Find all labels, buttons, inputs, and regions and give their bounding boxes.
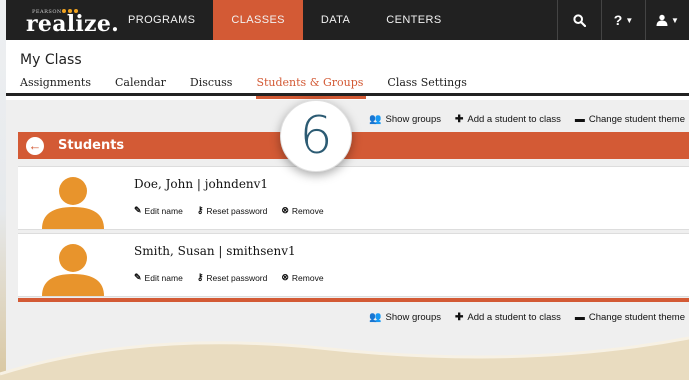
edit-name-button[interactable]: ✎ Edit name (134, 272, 183, 283)
student-name: Doe, John | johndenv1 (134, 177, 269, 191)
add-student-label: Add a student to class (467, 311, 561, 323)
students-section-label: Students (58, 138, 125, 153)
show-groups-label: Show groups (385, 311, 441, 323)
top-actions-bar: 👥 Show groups ✚ Add a student to class ▬… (369, 110, 685, 128)
search-button[interactable] (557, 0, 601, 40)
edit-name-label: Edit name (144, 272, 183, 283)
add-student-button[interactable]: ✚ Add a student to class (455, 114, 561, 125)
realize-logo[interactable]: PEARSON realize. (6, 0, 119, 40)
change-theme-label: Change student theme (588, 311, 685, 323)
decorative-wave (0, 336, 689, 380)
remove-label: Remove (291, 272, 324, 283)
active-tab-indicator (256, 96, 366, 99)
remove-icon: ⊗ (281, 205, 289, 215)
show-groups-button[interactable]: 👥 Show groups (369, 312, 441, 323)
students-section-header: ← Students (18, 132, 689, 159)
avatar (42, 244, 104, 296)
show-groups-label: Show groups (385, 113, 441, 125)
reset-password-label: Reset password (206, 272, 268, 283)
tab-calendar[interactable]: Calendar (91, 76, 166, 92)
plus-icon: ✚ (455, 113, 464, 125)
tab-assignments[interactable]: Assignments (6, 76, 91, 92)
brand-wordmark: realize. (26, 11, 120, 37)
nav-centers[interactable]: CENTERS (368, 0, 459, 40)
tab-class-settings[interactable]: Class Settings (363, 76, 466, 92)
edit-icon: ✎ (134, 272, 142, 282)
add-student-label: Add a student to class (467, 113, 561, 125)
change-theme-label: Change student theme (588, 113, 685, 125)
chevron-down-icon: ▼ (671, 15, 679, 25)
reset-password-label: Reset password (206, 205, 268, 216)
page-title: My Class (20, 52, 82, 68)
avatar (42, 177, 104, 229)
help-menu-button[interactable]: ? ▼ (601, 0, 645, 40)
tab-students-groups[interactable]: Students & Groups (232, 76, 363, 92)
nav-right-group: ? ▼ ▼ (557, 0, 689, 40)
student-actions: ✎ Edit name ⚷ Reset password ⊗ Remove (134, 272, 324, 283)
top-navbar: PEARSON realize. PROGRAMS CLASSES DATA C… (6, 0, 689, 40)
group-icon: 👥 (369, 311, 382, 323)
show-groups-button[interactable]: 👥 Show groups (369, 114, 441, 125)
nav-data[interactable]: DATA (303, 0, 368, 40)
reset-password-button[interactable]: ⚷ Reset password (197, 272, 268, 283)
edit-name-button[interactable]: ✎ Edit name (134, 205, 183, 216)
key-icon: ⚷ (196, 272, 204, 282)
key-icon: ⚷ (196, 205, 204, 215)
nav-programs[interactable]: PROGRAMS (110, 0, 213, 40)
class-tabs: Assignments Calendar Discuss Students & … (6, 76, 689, 96)
chevron-down-icon: ▼ (625, 15, 634, 25)
back-arrow-icon[interactable]: ← (26, 136, 44, 155)
user-icon (656, 14, 668, 26)
search-icon (573, 13, 586, 27)
tab-discuss[interactable]: Discuss (166, 76, 233, 92)
help-label: ? (613, 12, 623, 28)
student-actions: ✎ Edit name ⚷ Reset password ⊗ Remove (134, 205, 324, 216)
student-name: Smith, Susan | smithsenv1 (134, 244, 296, 258)
remove-label: Remove (291, 205, 324, 216)
change-theme-button[interactable]: ▬ Change student theme (575, 114, 685, 125)
section-divider (18, 298, 689, 302)
user-menu-button[interactable]: ▼ (645, 0, 689, 40)
nav-classes[interactable]: CLASSES (213, 0, 303, 40)
step-number-badge: 6 (280, 100, 352, 172)
group-icon: 👥 (369, 113, 382, 125)
theme-icon: ▬ (574, 113, 585, 125)
edit-icon: ✎ (134, 205, 142, 215)
edit-name-label: Edit name (144, 205, 183, 216)
change-theme-button[interactable]: ▬ Change student theme (575, 312, 685, 323)
plus-icon: ✚ (455, 311, 464, 323)
remove-student-button[interactable]: ⊗ Remove (281, 205, 323, 216)
reset-password-button[interactable]: ⚷ Reset password (197, 205, 268, 216)
student-row: Doe, John | johndenv1 ✎ Edit name ⚷ Rese… (18, 166, 689, 230)
remove-icon: ⊗ (281, 272, 289, 282)
student-row: Smith, Susan | smithsenv1 ✎ Edit name ⚷ … (18, 233, 689, 297)
add-student-button[interactable]: ✚ Add a student to class (455, 312, 561, 323)
theme-icon: ▬ (574, 311, 585, 323)
remove-student-button[interactable]: ⊗ Remove (281, 272, 323, 283)
